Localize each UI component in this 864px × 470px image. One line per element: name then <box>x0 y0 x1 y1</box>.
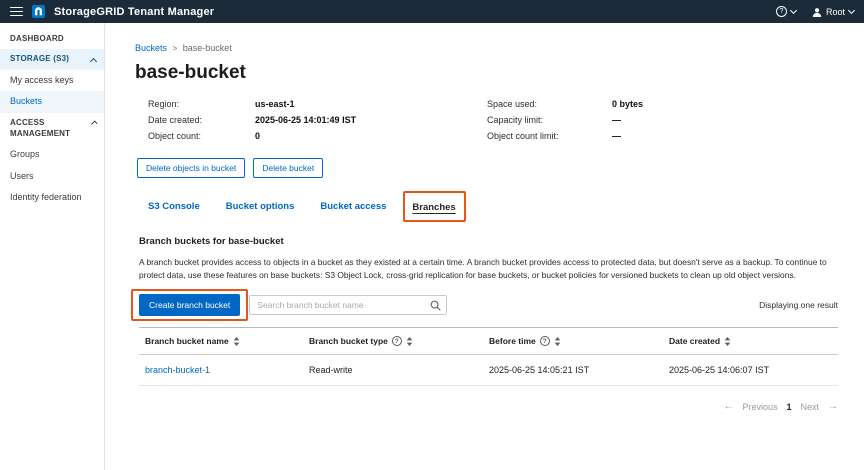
sort-icon[interactable] <box>233 337 240 346</box>
sidebar-item-my-access-keys[interactable]: My access keys <box>0 70 104 92</box>
search-icon[interactable] <box>425 299 441 312</box>
sidebar-item-storage-s3[interactable]: STORAGE (S3) <box>0 49 104 69</box>
netapp-logo <box>32 5 45 18</box>
hamburger-menu-icon[interactable] <box>10 7 23 17</box>
chevron-up-icon <box>90 58 97 65</box>
previous-arrow-icon[interactable]: ← <box>723 401 733 412</box>
object-count-limit-value: — <box>612 131 838 141</box>
next-button[interactable]: Next <box>800 402 819 412</box>
sort-icon[interactable] <box>406 337 413 346</box>
help-menu[interactable]: ? <box>776 6 796 17</box>
date-created-value: 2025-06-25 14:01:49 IST <box>255 115 487 125</box>
tab-branches[interactable]: Branches <box>412 202 455 213</box>
tab-bar: S3 Console Bucket options Bucket access … <box>148 197 838 215</box>
page-number[interactable]: 1 <box>786 402 791 412</box>
date-created-label: Date created: <box>148 115 255 125</box>
create-branch-bucket-button[interactable]: Create branch bucket <box>139 294 240 316</box>
search-box <box>249 295 447 315</box>
tab-bucket-access[interactable]: Bucket access <box>320 201 386 212</box>
user-name: Root <box>826 7 845 17</box>
pagination: ← Previous 1 Next → <box>135 401 838 412</box>
sidebar-item-label: ACCESS MANAGEMENT <box>10 118 92 139</box>
column-header-label: Branch bucket type <box>309 336 388 346</box>
chevron-down-icon <box>790 7 797 14</box>
space-used-value: 0 bytes <box>612 99 838 109</box>
column-header-label: Date created <box>669 336 720 346</box>
table-header-row: Branch bucket name Branch bucket type ? … <box>139 328 838 355</box>
branch-buckets-heading: Branch buckets for base-bucket <box>139 236 838 247</box>
column-header-label: Branch bucket name <box>145 336 229 346</box>
sort-icon[interactable] <box>554 337 561 346</box>
column-header-before-time[interactable]: Before time ? <box>483 328 663 354</box>
bucket-details: Region: us-east-1 Space used: 0 bytes Da… <box>148 99 838 141</box>
sidebar-item-access-management[interactable]: ACCESS MANAGEMENT <box>0 113 104 144</box>
sidebar-item-users[interactable]: Users <box>0 166 104 188</box>
column-header-date-created[interactable]: Date created <box>663 328 838 354</box>
next-arrow-icon[interactable]: → <box>828 401 838 412</box>
page-title: base-bucket <box>135 62 838 84</box>
object-count-label: Object count: <box>148 131 255 141</box>
sort-icon[interactable] <box>724 337 731 346</box>
sidebar-item-label: STORAGE (S3) <box>10 54 69 64</box>
object-count-value: 0 <box>255 131 487 141</box>
sidebar-item-groups[interactable]: Groups <box>0 144 104 166</box>
cell-before-time: 2025-06-25 14:05:21 IST <box>483 355 663 385</box>
help-icon: ? <box>776 6 787 17</box>
cell-branch-bucket-type: Read-write <box>303 355 483 385</box>
sidebar-item-label: DASHBOARD <box>10 34 64 44</box>
branch-bucket-link[interactable]: branch-bucket-1 <box>145 365 210 375</box>
object-count-limit-label: Object count limit: <box>487 131 612 141</box>
user-menu[interactable]: Root <box>812 7 854 17</box>
branch-buckets-toolbar: Create branch bucket Displaying one resu… <box>139 294 838 316</box>
sidebar-item-identity-federation[interactable]: Identity federation <box>0 187 104 209</box>
column-header-label: Before time <box>489 336 536 346</box>
user-icon <box>812 7 822 17</box>
region-label: Region: <box>148 99 255 109</box>
branch-buckets-table: Branch bucket name Branch bucket type ? … <box>139 327 838 386</box>
chevron-down-icon <box>848 7 855 14</box>
column-header-branch-bucket-type[interactable]: Branch bucket type ? <box>303 328 483 354</box>
previous-button[interactable]: Previous <box>742 402 777 412</box>
cell-date-created: 2025-06-25 14:06:07 IST <box>663 355 838 385</box>
info-icon[interactable]: ? <box>540 336 550 346</box>
sidebar-item-dashboard[interactable]: DASHBOARD <box>0 29 104 49</box>
breadcrumb-buckets-link[interactable]: Buckets <box>135 43 167 53</box>
tab-s3-console[interactable]: S3 Console <box>148 201 200 212</box>
tab-bucket-options[interactable]: Bucket options <box>226 201 295 212</box>
sidebar: DASHBOARD STORAGE (S3) My access keys Bu… <box>0 23 105 470</box>
table-row: branch-bucket-1 Read-write 2025-06-25 14… <box>139 355 838 386</box>
capacity-limit-label: Capacity limit: <box>487 115 612 125</box>
breadcrumb: Buckets > base-bucket <box>135 43 838 53</box>
branch-buckets-description: A branch bucket provides access to objec… <box>139 256 838 281</box>
search-input[interactable] <box>257 300 425 310</box>
sidebar-item-buckets[interactable]: Buckets <box>0 91 104 113</box>
delete-objects-in-bucket-button[interactable]: Delete objects in bucket <box>137 158 245 178</box>
breadcrumb-current: base-bucket <box>183 43 232 53</box>
breadcrumb-separator: > <box>173 44 178 53</box>
main-content: Buckets > base-bucket base-bucket Region… <box>105 23 864 470</box>
top-bar: StorageGRID Tenant Manager ? Root <box>0 0 864 23</box>
delete-bucket-button[interactable]: Delete bucket <box>253 158 323 178</box>
space-used-label: Space used: <box>487 99 612 109</box>
app-title: StorageGRID Tenant Manager <box>54 6 214 18</box>
capacity-limit-value: — <box>612 115 838 125</box>
region-value: us-east-1 <box>255 99 487 109</box>
results-count: Displaying one result <box>759 300 838 310</box>
column-header-branch-bucket-name[interactable]: Branch bucket name <box>139 328 303 354</box>
info-icon[interactable]: ? <box>392 336 402 346</box>
